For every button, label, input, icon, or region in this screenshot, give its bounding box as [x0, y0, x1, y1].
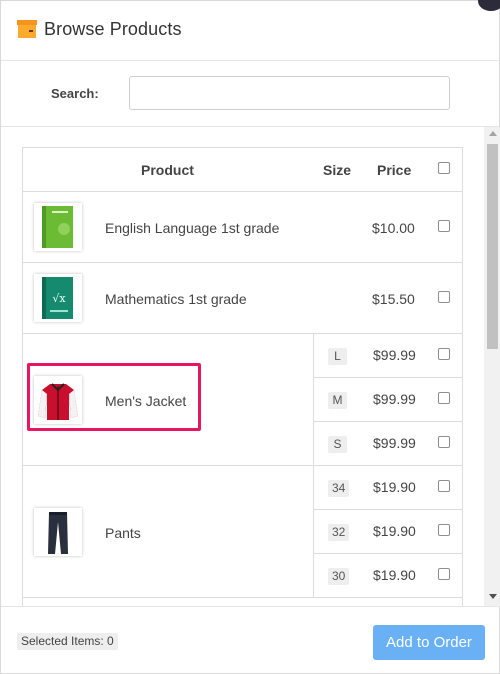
products-scroll-area: Product Size Price English Language 1st …: [1, 127, 484, 606]
box-icon: [17, 20, 37, 38]
dialog-footer: Selected Items: 0 Add to Order: [1, 606, 500, 674]
variant-row: M $99.99: [314, 378, 463, 422]
variant-price: $99.99: [373, 391, 416, 407]
variant-checkbox[interactable]: [438, 436, 450, 448]
green-book-image: [34, 203, 82, 251]
table-row: [23, 598, 462, 606]
product-price: $15.50: [372, 291, 415, 307]
variant-row: 30 $19.90: [314, 554, 463, 598]
scrollbar-thumb[interactable]: [487, 144, 498, 349]
variant-price: $19.90: [373, 567, 416, 583]
products-table: Product Size Price English Language 1st …: [22, 147, 463, 606]
search-input[interactable]: [129, 76, 450, 110]
column-header-size: Size: [323, 162, 352, 178]
dialog-title: Browse Products: [44, 19, 182, 39]
variant-row: S $99.99: [314, 422, 463, 466]
size-badge: M: [328, 392, 347, 409]
vertical-scrollbar[interactable]: [484, 127, 500, 606]
size-variants: L $99.99 M $99.99 S $99.99: [313, 334, 463, 466]
product-name: Pants: [105, 525, 141, 541]
table-row: Men's Jacket L $99.99 M $99.99 S $99.99: [23, 334, 463, 466]
variant-row: 32 $19.90: [314, 510, 463, 554]
size-badge: L: [328, 348, 347, 365]
variant-checkbox[interactable]: [438, 568, 450, 580]
variant-checkbox[interactable]: [438, 480, 450, 492]
select-all-checkbox[interactable]: [438, 162, 450, 174]
variant-price: $99.99: [373, 435, 416, 451]
close-icon[interactable]: [478, 0, 500, 11]
scroll-up-icon[interactable]: [489, 131, 497, 136]
column-header-product: Product: [141, 162, 194, 178]
browse-products-dialog: Browse Products Search: Product Size Pri…: [0, 0, 500, 674]
table-row: English Language 1st grade $10.00: [23, 192, 462, 263]
size-badge: 34: [328, 480, 350, 497]
size-variants: 34 $19.90 32 $19.90 30 $19.90: [313, 466, 463, 598]
variant-price: $19.90: [373, 479, 416, 495]
dark-pants-image: [34, 508, 82, 556]
search-row: Search:: [1, 61, 500, 127]
variant-checkbox[interactable]: [438, 524, 450, 536]
search-label: Search:: [51, 86, 99, 101]
product-name: Mathematics 1st grade: [105, 291, 247, 307]
product-price: $10.00: [372, 220, 415, 236]
variant-checkbox[interactable]: [438, 348, 450, 360]
svg-text:√x: √x: [52, 292, 66, 305]
variant-row: 34 $19.90: [314, 466, 463, 510]
variant-checkbox[interactable]: [438, 392, 450, 404]
row-checkbox[interactable]: [438, 220, 450, 232]
table-header: Product Size Price: [23, 148, 462, 192]
selection-highlight: [27, 363, 201, 431]
scroll-down-icon[interactable]: [489, 594, 497, 599]
dialog-header: Browse Products: [1, 0, 500, 61]
size-badge: S: [328, 436, 347, 453]
teal-math-book-image: √x: [34, 274, 82, 322]
variant-price: $99.99: [373, 347, 416, 363]
variant-row: L $99.99: [314, 334, 463, 378]
table-row: Pants 34 $19.90 32 $19.90 30 $19.90: [23, 466, 463, 598]
size-badge: 30: [328, 568, 350, 585]
variant-price: $19.90: [373, 523, 416, 539]
add-to-order-button[interactable]: Add to Order: [373, 625, 485, 660]
row-checkbox[interactable]: [438, 291, 450, 303]
column-header-price: Price: [377, 162, 412, 178]
table-row: √x Mathematics 1st grade $15.50: [23, 263, 462, 334]
size-badge: 32: [328, 524, 350, 541]
selected-items-count: Selected Items: 0: [17, 633, 118, 650]
product-name: English Language 1st grade: [105, 220, 280, 236]
